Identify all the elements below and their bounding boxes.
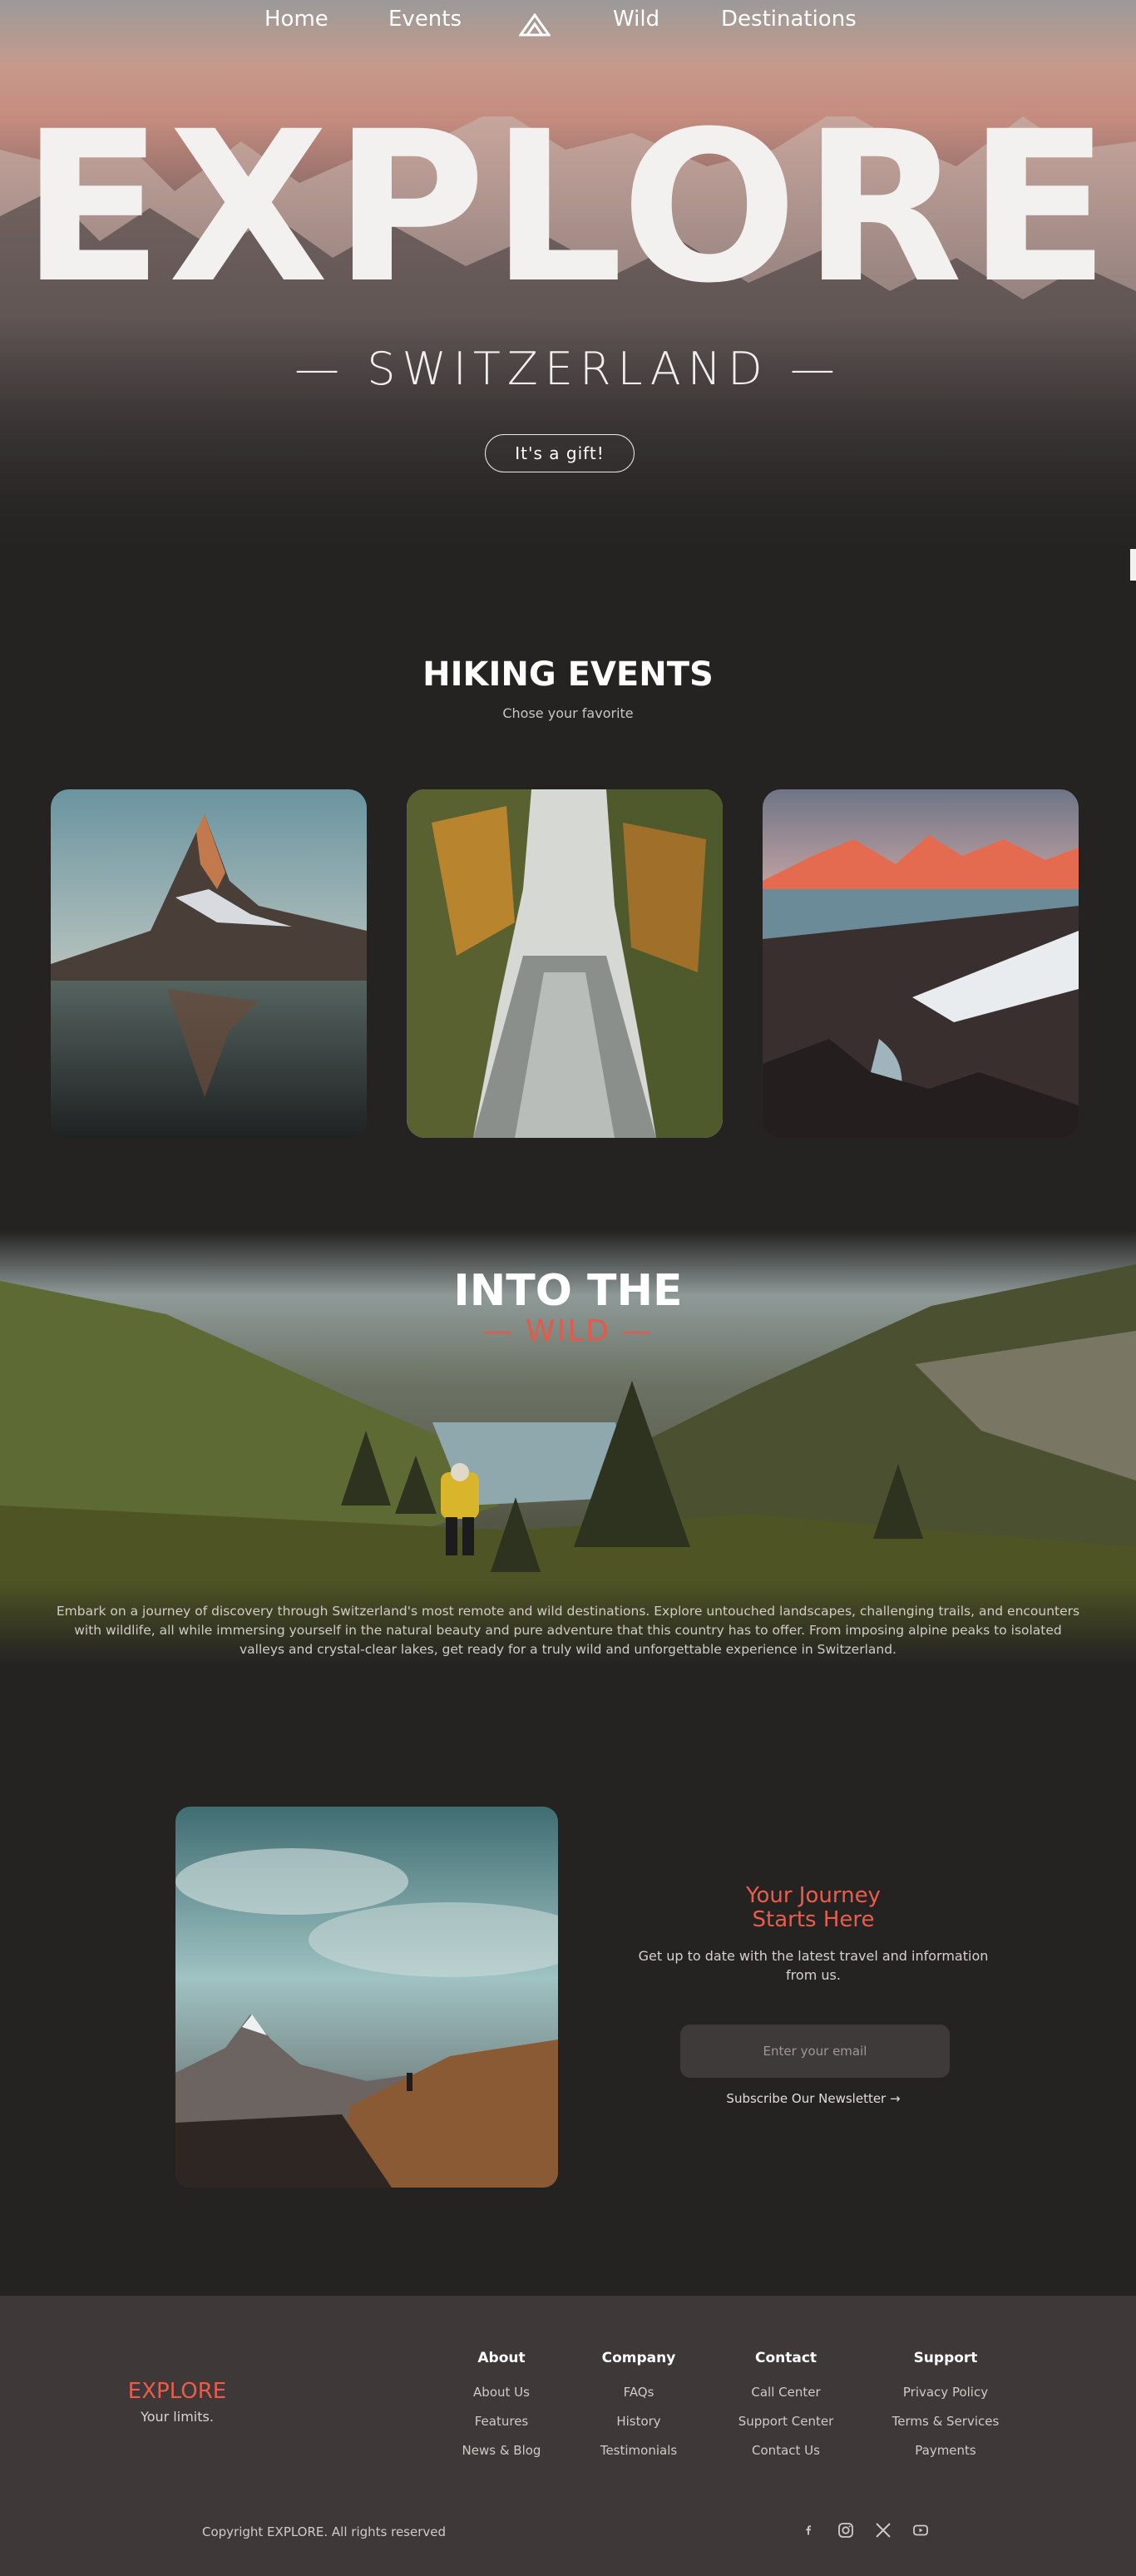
footer-link[interactable]: Features [427, 2414, 576, 2443]
hiking-card-alpine-lake[interactable] [763, 789, 1079, 1138]
subscribe-newsletter-link[interactable]: Subscribe Our Newsletter → [632, 2091, 995, 2106]
footer-column-title: Support [913, 2350, 978, 2366]
wild-title: INTO THE [453, 1266, 683, 1316]
hiking-card-gorge[interactable] [407, 789, 723, 1138]
hiking-events-title: HIKING EVENTS [422, 655, 714, 694]
journey-subtitle: Get up to date with the latest travel an… [638, 1948, 989, 1983]
nav-destinations-link[interactable]: Destinations [721, 7, 857, 32]
instagram-icon[interactable] [836, 2520, 856, 2540]
journey-image [175, 1807, 558, 2188]
top-navigation: Home Events Wild Destinations [0, 7, 1136, 40]
hiking-events-subtitle: Chose your favorite [502, 705, 634, 721]
footer-link[interactable]: Testimonials [564, 2443, 714, 2472]
footer-link[interactable]: Payments [871, 2443, 1020, 2472]
hero-section: Home Events Wild Destinations EXPLORE — … [0, 0, 1136, 549]
footer-column-title: Contact [754, 2350, 817, 2366]
footer-column-about: About About Us Features News & Blog [427, 2350, 576, 2472]
copyright-text: Copyright EXPLORE. All rights reserved [202, 2524, 447, 2539]
hero-subtitle: — SWITZERLAND — [294, 343, 842, 395]
social-links [798, 2520, 944, 2540]
footer-link[interactable]: Terms & Services [871, 2414, 1020, 2443]
gift-button[interactable]: It's a gift! [485, 434, 635, 472]
journey-title-line1: Your Journey [746, 1883, 881, 1908]
hiking-card-matterhorn[interactable] [51, 789, 367, 1138]
journey-title-line2: Starts Here [752, 1907, 875, 1932]
wild-description: Embark on a journey of discovery through… [56, 1603, 1080, 1657]
footer-tagline: Your limits. [141, 2409, 214, 2425]
footer-link[interactable]: About Us [427, 2385, 576, 2414]
footer-column-title: Company [601, 2350, 676, 2366]
footer-column-company: Company FAQs History Testimonials [564, 2350, 714, 2472]
nav-wild-link[interactable]: Wild [613, 7, 659, 32]
footer-column-title: About [477, 2350, 526, 2366]
hero-title: EXPLORE [21, 87, 1115, 329]
footer-link[interactable]: Contact Us [711, 2443, 861, 2472]
nav-events-link[interactable]: Events [388, 7, 462, 32]
facebook-icon[interactable] [798, 2520, 818, 2540]
footer-link[interactable]: Call Center [711, 2385, 861, 2414]
footer-brand[interactable]: EXPLORE [108, 2379, 246, 2404]
footer-link[interactable]: Support Center [711, 2414, 861, 2443]
x-icon[interactable] [873, 2520, 893, 2540]
footer-column-support: Support Privacy Policy Terms & Services … [871, 2350, 1020, 2472]
footer-column-contact: Contact Call Center Support Center Conta… [711, 2350, 861, 2472]
footer-link[interactable]: History [564, 2414, 714, 2443]
mountain-logo-icon[interactable] [518, 12, 551, 40]
nav-home-link[interactable]: Home [264, 7, 328, 32]
footer-link[interactable]: News & Blog [427, 2443, 576, 2472]
footer-link[interactable]: Privacy Policy [871, 2385, 1020, 2414]
youtube-icon[interactable] [911, 2520, 931, 2540]
email-input[interactable] [680, 2025, 950, 2078]
wild-subtitle: — WILD — [482, 1314, 654, 1348]
footer-link[interactable]: FAQs [564, 2385, 714, 2414]
